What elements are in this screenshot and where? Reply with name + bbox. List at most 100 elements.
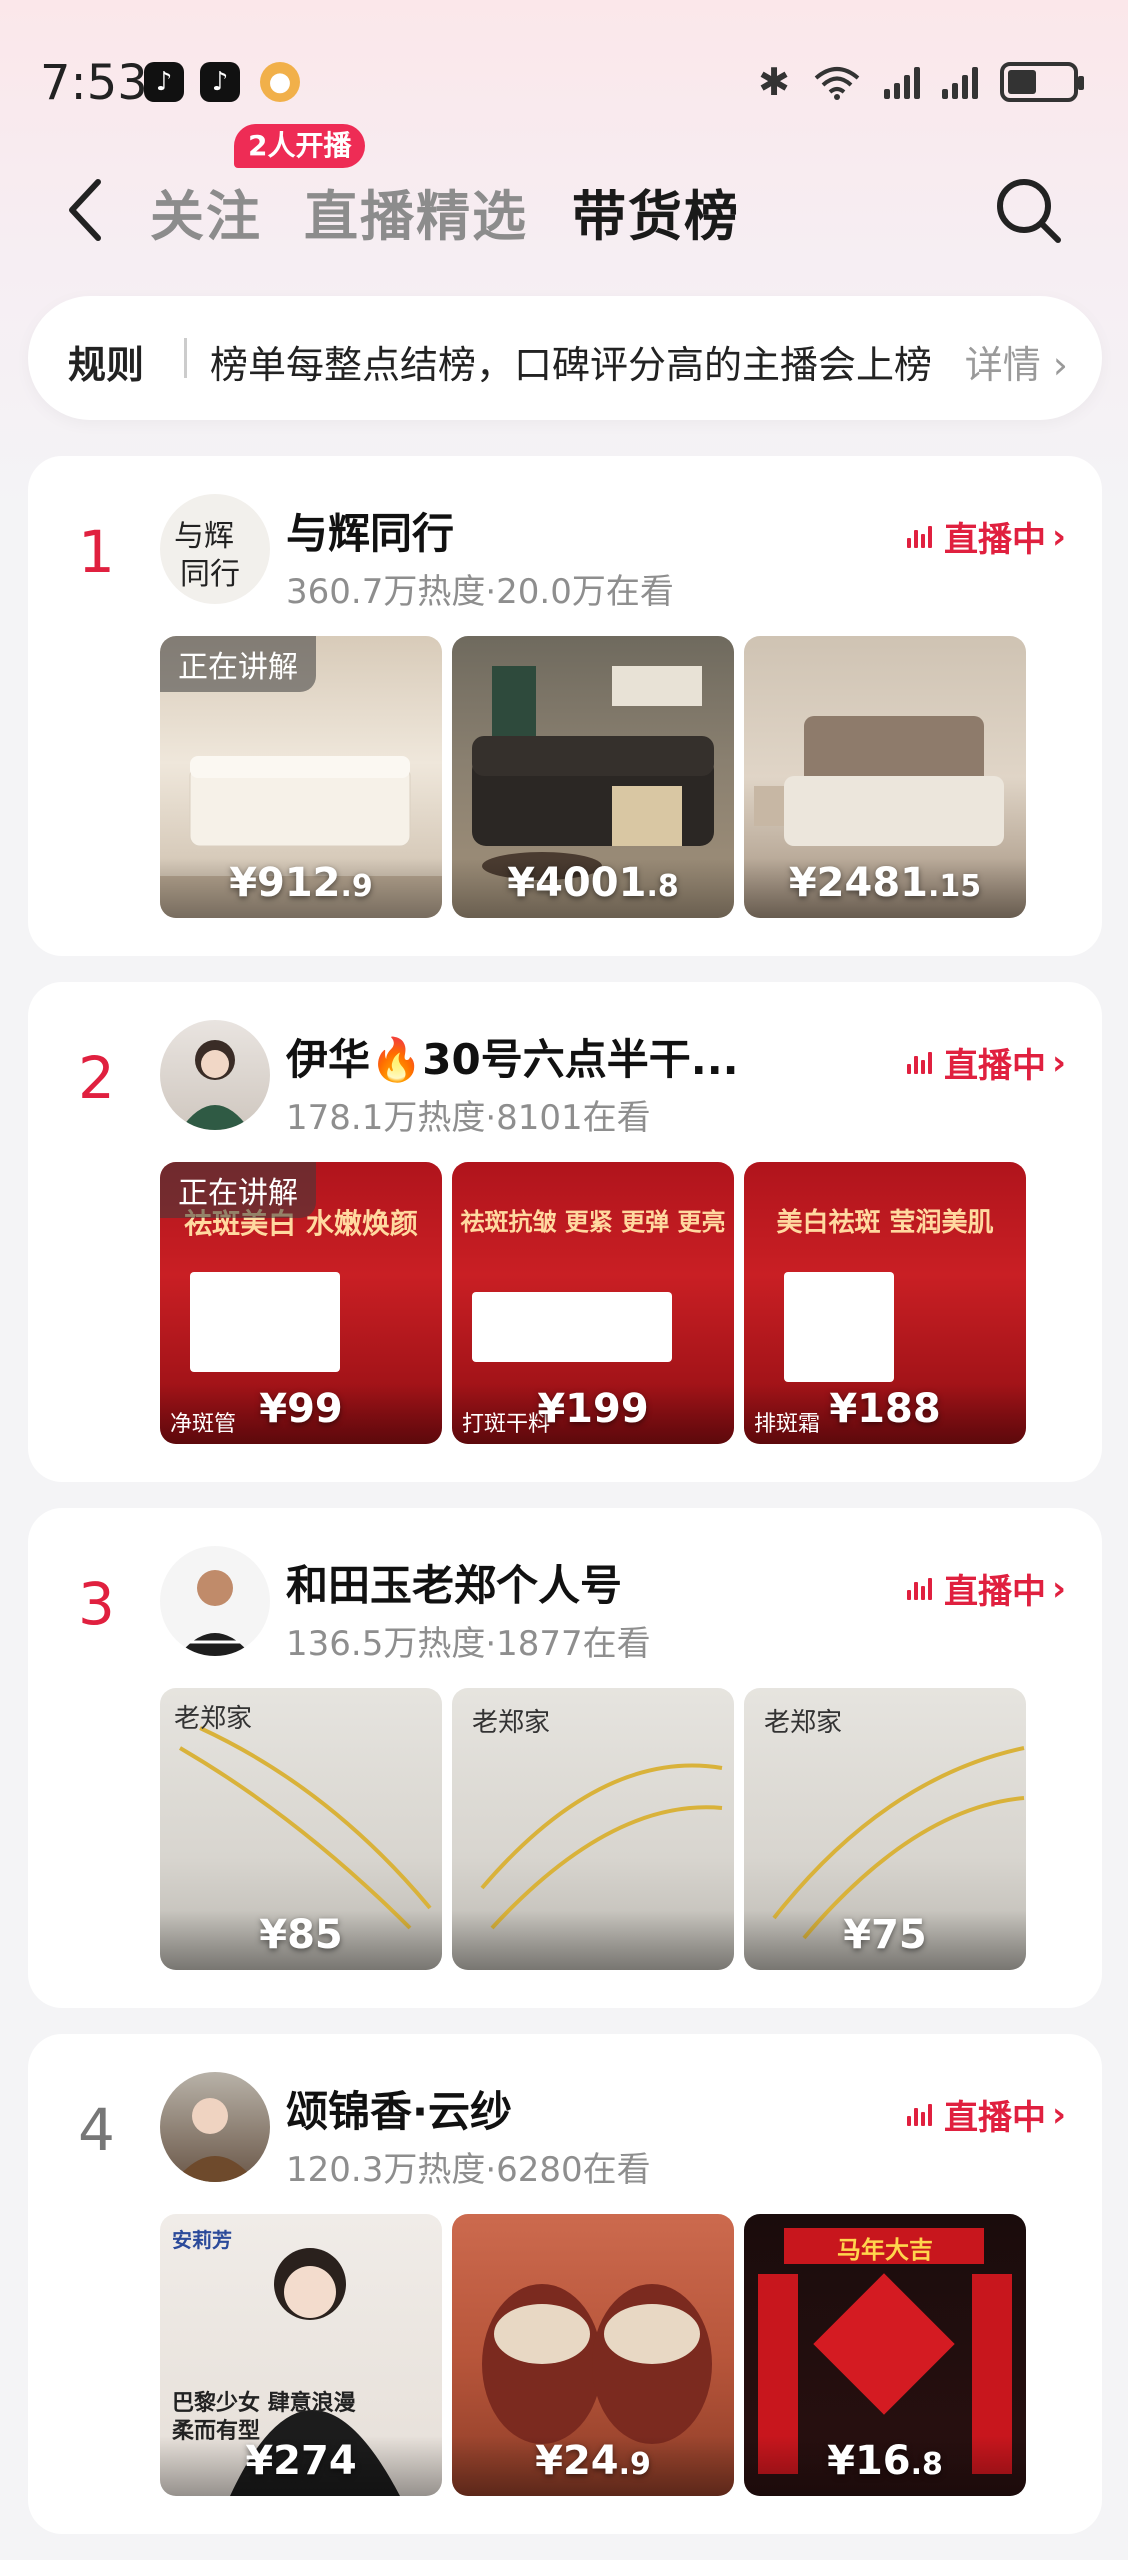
chevron-right-icon: ›	[1051, 2094, 1066, 2135]
product-price: ¥274	[245, 2438, 357, 2484]
signal-icon	[942, 65, 978, 99]
chevron-right-icon: ›	[1051, 1042, 1066, 1083]
divider	[184, 338, 187, 378]
product-thumb[interactable]: 马年大吉 ¥16.8	[744, 2214, 1026, 2496]
ranking-card[interactable]: 3 和田玉老郑个人号 136.5万热度·1877在看 直播中 › 老郑家 ¥85	[28, 1508, 1102, 2008]
product-thumb[interactable]: ¥2481.15	[744, 636, 1026, 918]
anchor-name[interactable]: 和田玉老郑个人号	[286, 1552, 622, 1613]
product-row: 安莉芳 巴黎少女 肆意浪漫 柔而有型 ¥274 ¥24.9 马年大吉 ¥16.8	[160, 2214, 1026, 2496]
product-thumb[interactable]: 老郑家 ¥85	[160, 1688, 442, 1970]
avatar[interactable]: 与辉 同行	[160, 494, 270, 604]
tiktok-icon: ♪	[144, 62, 184, 102]
live-equalizer-icon	[906, 525, 932, 548]
product-thumb[interactable]: 美白祛斑 莹润美肌 排斑霜 ¥188	[744, 1162, 1026, 1444]
live-now-link[interactable]: 直播中 ›	[906, 1038, 1066, 1087]
live-now-link[interactable]: 直播中 ›	[906, 1564, 1066, 1613]
rules-detail-link[interactable]: 详情 ›	[965, 334, 1068, 389]
product-banner: 祛斑抗皱 更紧 更弹 更亮	[460, 1208, 726, 1236]
anchor-stats: 360.7万热度·20.0万在看	[286, 572, 674, 612]
product-thumb[interactable]: 安莉芳 巴黎少女 肆意浪漫 柔而有型 ¥274	[160, 2214, 442, 2496]
chevron-right-icon: ›	[1051, 516, 1066, 557]
product-thumb[interactable]: 老郑家	[452, 1688, 734, 1970]
live-count-badge: 2人开播	[234, 124, 366, 168]
live-equalizer-icon	[906, 1577, 932, 1600]
product-thumb[interactable]: 老郑家 ¥75	[744, 1688, 1026, 1970]
tiktok-icon: ♪	[200, 62, 240, 102]
live-now-link[interactable]: 直播中 ›	[906, 512, 1066, 561]
avatar-person-icon	[180, 1040, 250, 1130]
product-row: 祛斑美白 水嫩焕颜 正在讲解 净斑管 ¥99 祛斑抗皱 更紧 更弹 更亮 打斑干…	[160, 1162, 1026, 1444]
avatar[interactable]	[160, 2072, 270, 2182]
avatar[interactable]	[160, 1546, 270, 1656]
live-now-link[interactable]: 直播中 ›	[906, 2090, 1066, 2139]
explaining-tag: 正在讲解	[160, 1162, 316, 1218]
explaining-tag: 正在讲解	[160, 636, 316, 692]
brand-watermark: 老郑家	[764, 1708, 843, 1738]
brand-watermark: 老郑家	[472, 1708, 551, 1738]
anchor-stats: 178.1万热度·8101在看	[286, 1098, 651, 1138]
tab-live-picks[interactable]: 直播精选	[304, 172, 528, 251]
product-price: ¥24.9	[535, 2438, 651, 2484]
coin-icon: ●	[260, 62, 300, 102]
back-icon[interactable]	[56, 170, 116, 250]
rules-title: 规则	[68, 343, 145, 387]
rank-number: 2	[78, 1044, 115, 1112]
avatar-logo-icon: 与辉 同行	[174, 519, 240, 592]
live-label: 直播中	[943, 1046, 1046, 1086]
product-price: ¥2481.15	[788, 860, 982, 906]
brand-logo: 安莉芳	[172, 2228, 232, 2252]
anchor-stats: 136.5万热度·1877在看	[286, 1624, 651, 1664]
avatar[interactable]	[160, 1020, 270, 1130]
product-price: ¥199	[537, 1386, 649, 1432]
live-equalizer-icon	[906, 1051, 932, 1074]
product-thumb[interactable]: ¥24.9	[452, 2214, 734, 2496]
wifi-icon	[814, 67, 860, 100]
ranking-card[interactable]: 1 与辉 同行 与辉同行 360.7万热度·20.0万在看 直播中 › 正在讲解…	[28, 456, 1102, 956]
product-box-image	[190, 1272, 340, 1372]
live-equalizer-icon	[906, 2103, 932, 2126]
anchor-name[interactable]: 与辉同行	[286, 500, 454, 561]
chevron-right-icon: ›	[1051, 1568, 1066, 1609]
product-price: ¥16.8	[827, 2438, 943, 2484]
anchor-name[interactable]: 颂锦香·云纱	[286, 2078, 512, 2139]
product-row: 正在讲解 ¥912.9 ¥4001.8 ¥2481.15	[160, 636, 1026, 918]
product-price: ¥912.9	[229, 860, 373, 906]
rank-number: 3	[78, 1570, 115, 1638]
tab-follow[interactable]: 关注	[150, 172, 262, 251]
search-icon[interactable]	[988, 170, 1068, 250]
brand-watermark: 老郑家	[174, 1704, 253, 1734]
product-price: ¥4001.8	[507, 860, 679, 906]
chevron-right-icon: ›	[1052, 343, 1068, 387]
svg-text:与辉: 与辉	[174, 519, 234, 554]
live-label: 直播中	[943, 520, 1046, 560]
ranking-card[interactable]: 4 颂锦香·云纱 120.3万热度·6280在看 直播中 › 安莉芳 巴黎少女 …	[28, 2034, 1102, 2534]
live-label: 直播中	[943, 1572, 1046, 1612]
svg-text:同行: 同行	[180, 557, 240, 592]
product-banner: 马年大吉	[837, 2236, 933, 2264]
product-banner: 美白祛斑 莹润美肌	[776, 1208, 994, 1238]
product-price: ¥75	[843, 1912, 927, 1958]
bluetooth-icon: ✱	[758, 60, 790, 104]
product-thumb[interactable]: 祛斑抗皱 更紧 更弹 更亮 打斑干料 ¥199	[452, 1162, 734, 1444]
ranking-card[interactable]: 2 伊华🔥30号六点半干... 178.1万热度·8101在看 直播中 › 祛斑…	[28, 982, 1102, 1482]
rules-detail-label: 详情	[964, 343, 1041, 387]
anchor-name[interactable]: 伊华🔥30号六点半干...	[286, 1026, 739, 1087]
product-price: ¥85	[259, 1912, 343, 1958]
product-thumb[interactable]: 祛斑美白 水嫩焕颜 正在讲解 净斑管 ¥99	[160, 1162, 442, 1444]
rules-bar[interactable]: 规则 榜单每整点结榜，口碑评分高的主播会上榜 详情 ›	[28, 296, 1102, 420]
battery-icon	[1000, 62, 1084, 102]
rank-number: 4	[78, 2096, 115, 2164]
system-icons: ✱	[758, 60, 1084, 104]
live-label: 直播中	[943, 2098, 1046, 2138]
tab-sales-ranking[interactable]: 带货榜	[572, 172, 740, 251]
avatar-person-icon	[178, 1570, 252, 1656]
top-nav: 关注 2人开播 直播精选 带货榜	[0, 120, 1128, 280]
product-price: ¥188	[829, 1386, 941, 1432]
product-thumb[interactable]: 正在讲解 ¥912.9	[160, 636, 442, 918]
clock: 7:53	[40, 55, 148, 111]
rank-number: 1	[78, 518, 115, 586]
product-price: ¥99	[259, 1386, 343, 1432]
anchor-stats: 120.3万热度·6280在看	[286, 2150, 651, 2190]
product-box-image	[472, 1292, 672, 1362]
product-thumb[interactable]: ¥4001.8	[452, 636, 734, 918]
